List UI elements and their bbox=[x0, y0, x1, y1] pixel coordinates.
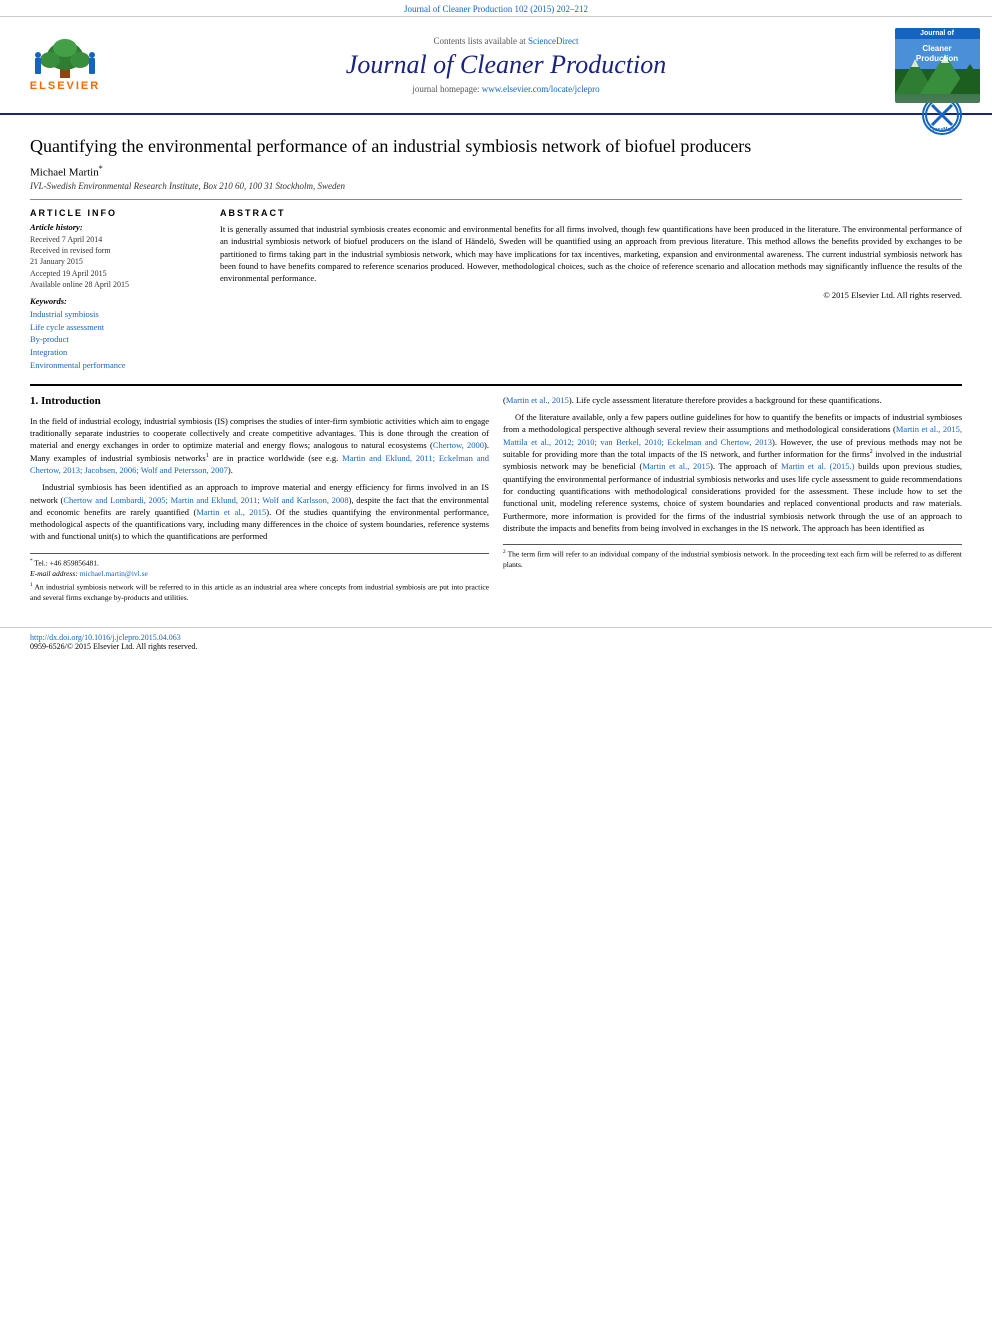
ref-martin-2015: Martin et al., 2015 bbox=[196, 507, 266, 517]
body-para-2: Industrial symbiosis has been identified… bbox=[30, 481, 489, 543]
journal-citation: Journal of Cleaner Production 102 (2015)… bbox=[404, 4, 588, 14]
ref-martin-eklund: Martin and Eklund, 2011; Eckelman and Ch… bbox=[30, 453, 489, 475]
footnote-1: 1 An industrial symbiosis network will b… bbox=[30, 582, 489, 604]
keywords-label: Keywords: bbox=[30, 296, 205, 306]
badge-landscape-icon: Cleaner Production bbox=[895, 39, 980, 94]
footnote-2: 2 The term firm will refer to an individ… bbox=[503, 549, 962, 571]
footnote-ref-1: 1 bbox=[206, 453, 209, 459]
ref-martin-2015-approach: Martin et al. (2015.) bbox=[781, 461, 854, 471]
journal-title: Journal of Cleaner Production bbox=[130, 50, 882, 80]
author-email[interactable]: michael.martin@ivl.se bbox=[80, 569, 148, 578]
keyword-5: Environmental performance bbox=[30, 359, 205, 372]
col1-footnotes: * Tel.: +46 859856481. E-mail address: m… bbox=[30, 553, 489, 604]
article-title: Quantifying the environmental performanc… bbox=[30, 135, 962, 158]
elsevier-label: ELSEVIER bbox=[30, 80, 100, 92]
copyright-notice: © 2015 Elsevier Ltd. All rights reserved… bbox=[220, 290, 962, 300]
issn-notice: 0959-6526/© 2015 Elsevier Ltd. All right… bbox=[30, 642, 197, 651]
article-history-label: Article history: bbox=[30, 222, 205, 232]
col2-footnotes: 2 The term firm will refer to an individ… bbox=[503, 544, 962, 571]
author-affiliation: IVL-Swedish Environmental Research Insti… bbox=[30, 181, 962, 191]
article-history-section: Article history: Received 7 April 2014 R… bbox=[30, 222, 205, 290]
section-1-heading: 1. Introduction bbox=[30, 394, 489, 410]
ref-martin-mattila: Martin et al., 2015, Mattila et al., 201… bbox=[503, 424, 962, 446]
article-info-heading: Article Info bbox=[30, 208, 205, 218]
bottom-bar: http://dx.doi.org/10.1016/j.jclepro.2015… bbox=[0, 627, 992, 656]
body-para-3: (Martin et al., 2015). Life cycle assess… bbox=[503, 394, 962, 406]
footnote-ref-2: 2 bbox=[870, 449, 873, 455]
author-name: Michael Martin* bbox=[30, 164, 962, 179]
article-history-items: Received 7 April 2014 Received in revise… bbox=[30, 234, 205, 290]
body-column-2: (Martin et al., 2015). Life cycle assess… bbox=[503, 394, 962, 607]
badge-top-text: Journal of bbox=[895, 28, 980, 39]
homepage-line: journal homepage: www.elsevier.com/locat… bbox=[130, 84, 882, 94]
journal-header: ELSEVIER Contents lists available at Sci… bbox=[0, 17, 992, 115]
cleaner-production-badge: Journal of Cleaner Production bbox=[895, 28, 980, 103]
elsevier-tree-icon bbox=[30, 38, 100, 78]
footnote-star: * Tel.: +46 859856481. E-mail address: m… bbox=[30, 558, 489, 580]
keyword-4: Integration bbox=[30, 346, 205, 359]
body-para-1: In the field of industrial ecology, indu… bbox=[30, 415, 489, 477]
ref-chertow-2000: Chertow, 2000 bbox=[433, 440, 484, 450]
contents-label: Contents lists available at bbox=[434, 36, 526, 46]
article-meta-section: Article Info Article history: Received 7… bbox=[30, 208, 962, 372]
abstract-section: Abstract It is generally assumed that in… bbox=[220, 208, 962, 372]
body-columns: 1. Introduction In the field of industri… bbox=[30, 394, 962, 607]
keyword-1: Industrial symbiosis bbox=[30, 308, 205, 321]
svg-text:Production: Production bbox=[915, 54, 957, 63]
article-content: CrossMark Quantifying the environmental … bbox=[0, 115, 992, 617]
header-center: Contents lists available at ScienceDirec… bbox=[130, 36, 882, 94]
body-para-4: Of the literature available, only a few … bbox=[503, 411, 962, 534]
abstract-text: It is generally assumed that industrial … bbox=[220, 223, 962, 285]
ref-martin-2015-3: Martin et al., 2015 bbox=[642, 461, 710, 471]
body-column-1: 1. Introduction In the field of industri… bbox=[30, 394, 489, 607]
author-sup: * bbox=[99, 164, 103, 173]
ref-chertow-lombardi: Chertow and Lombardi, 2005; Martin and E… bbox=[63, 495, 348, 505]
journal-citation-bar: Journal of Cleaner Production 102 (2015)… bbox=[0, 0, 992, 17]
abstract-heading: Abstract bbox=[220, 208, 962, 218]
svg-text:Cleaner: Cleaner bbox=[922, 44, 951, 53]
sciencedirect-link[interactable]: ScienceDirect bbox=[528, 36, 578, 46]
body-divider bbox=[30, 384, 962, 386]
keyword-2: Life cycle assessment bbox=[30, 321, 205, 334]
keyword-3: By-product bbox=[30, 333, 205, 346]
doi-link[interactable]: http://dx.doi.org/10.1016/j.jclepro.2015… bbox=[30, 633, 181, 642]
keywords-section: Keywords: Industrial symbiosis Life cycl… bbox=[30, 296, 205, 372]
homepage-label: journal homepage: bbox=[412, 84, 479, 94]
header-divider bbox=[30, 199, 962, 200]
elsevier-logo-area: ELSEVIER bbox=[10, 38, 120, 92]
ref-martin-2015-2: Martin et al., 2015 bbox=[506, 395, 569, 405]
svg-text:CrossMark: CrossMark bbox=[929, 127, 955, 133]
article-info-panel: Article Info Article history: Received 7… bbox=[30, 208, 205, 372]
journal-badge-area: Journal of Cleaner Production bbox=[892, 25, 982, 105]
homepage-url[interactable]: www.elsevier.com/locate/jclepro bbox=[482, 84, 600, 94]
contents-available-line: Contents lists available at ScienceDirec… bbox=[130, 36, 882, 46]
